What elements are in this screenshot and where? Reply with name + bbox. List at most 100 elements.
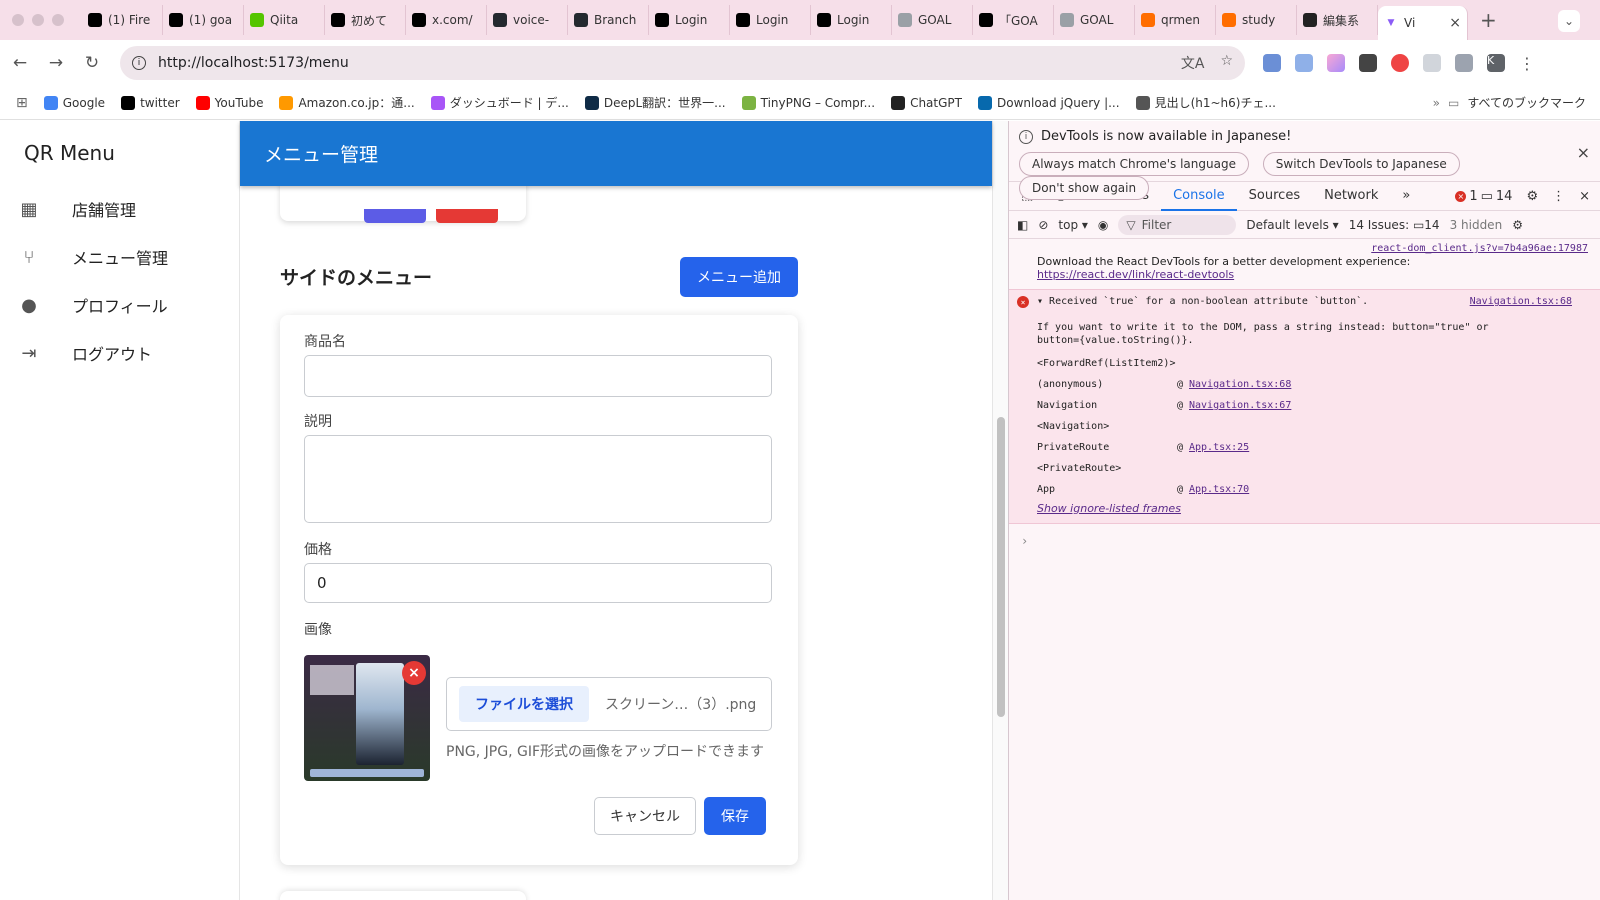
- browser-tab[interactable]: x.com/: [406, 5, 487, 35]
- sidebar-item-0[interactable]: ▦ 店舗管理: [0, 185, 239, 233]
- more-menu-icon[interactable]: ⋮: [1519, 54, 1535, 73]
- context-select[interactable]: top ▾: [1058, 218, 1088, 232]
- browser-tab[interactable]: (1) Fire: [82, 5, 163, 35]
- browser-tab[interactable]: Qiita: [244, 5, 325, 35]
- sidebar-item-1[interactable]: ⑂ メニュー管理: [0, 233, 239, 281]
- close-tab-icon[interactable]: ×: [1449, 15, 1461, 31]
- sidebar-item-3[interactable]: ⇥ ログアウト: [0, 329, 239, 377]
- browser-tab[interactable]: study: [1216, 5, 1297, 35]
- match-language-button[interactable]: Always match Chrome's language: [1019, 152, 1249, 176]
- extension-icon[interactable]: [1263, 54, 1281, 72]
- bookmark-item[interactable]: 見出し(h1~h6)チェ...: [1135, 94, 1276, 111]
- bookmark-item[interactable]: ChatGPT: [891, 95, 962, 110]
- camera-icon[interactable]: [1423, 54, 1441, 72]
- description-textarea[interactable]: [304, 435, 772, 523]
- browser-tab[interactable]: GOAL: [892, 5, 973, 35]
- browser-tab[interactable]: 初めて: [325, 5, 406, 35]
- browser-tab[interactable]: 「GOA: [973, 5, 1054, 35]
- browser-tab[interactable]: qrmen: [1135, 5, 1216, 35]
- clear-console-icon[interactable]: ⊘: [1038, 218, 1048, 232]
- browser-tab[interactable]: Branch: [568, 5, 649, 35]
- back-icon[interactable]: ←: [4, 53, 36, 73]
- sidebar-item-2[interactable]: ● プロフィール: [0, 281, 239, 329]
- site-info-icon[interactable]: i: [132, 56, 146, 70]
- bookmark-item[interactable]: TinyPNG – Compr...: [741, 95, 875, 110]
- close-banner-icon[interactable]: ×: [1577, 143, 1590, 162]
- log-source-link[interactable]: react-dom_client.js?v=7b4a96ae:17987: [1371, 243, 1588, 254]
- browser-tab[interactable]: 編集系: [1297, 5, 1378, 35]
- reload-icon[interactable]: ↻: [76, 53, 108, 73]
- scrollbar-thumb[interactable]: [997, 417, 1005, 717]
- bookmark-star-icon[interactable]: ☆: [1220, 53, 1233, 73]
- remove-image-icon[interactable]: ×: [402, 661, 426, 685]
- add-menu-button[interactable]: メニュー追加: [680, 257, 798, 297]
- browser-tab[interactable]: (1) goa: [163, 5, 244, 35]
- file-input[interactable]: ファイルを選択 スクリーン…（3）.png: [446, 677, 772, 731]
- tab-title: 初めて: [351, 13, 388, 28]
- profile-avatar[interactable]: K: [1487, 54, 1505, 72]
- bookmark-item[interactable]: ダッシュボード | デ...: [430, 94, 569, 111]
- filter-input[interactable]: ▽ Filter: [1118, 214, 1237, 235]
- minimize-window-icon[interactable]: [32, 14, 44, 26]
- bookmark-item[interactable]: Download jQuery |...: [977, 95, 1120, 110]
- extension-icon[interactable]: [1391, 54, 1409, 72]
- extension-icon[interactable]: [1327, 54, 1345, 72]
- maximize-window-icon[interactable]: [52, 14, 64, 26]
- save-button[interactable]: 保存: [704, 797, 766, 835]
- console-settings-icon[interactable]: ⚙: [1512, 218, 1523, 232]
- console-error-entry: × Navigation.tsx:68 ▾ Received `true` fo…: [1009, 289, 1600, 524]
- bookmark-item[interactable]: Amazon.co.jp：通...: [279, 94, 415, 111]
- stack-frame-link[interactable]: Navigation.tsx:68: [1189, 379, 1291, 390]
- price-input[interactable]: 0: [304, 563, 772, 603]
- dont-show-button[interactable]: Don't show again: [1019, 176, 1150, 200]
- bookmarks-bar: ⊞ Google twitter YouTube Amazon.co.jp：通... ダ…: [0, 86, 1600, 120]
- forward-icon[interactable]: →: [40, 53, 72, 73]
- browser-tab[interactable]: GOAL: [1054, 5, 1135, 35]
- stack-frame-link[interactable]: Navigation.tsx:67: [1189, 400, 1291, 411]
- devtools-link[interactable]: https://react.dev/link/react-devtools: [1037, 268, 1588, 281]
- bookmark-favicon-icon: [584, 95, 599, 110]
- url-text[interactable]: http://localhost:5173/menu: [158, 55, 349, 71]
- cancel-button[interactable]: キャンセル: [594, 797, 696, 835]
- bookmark-item[interactable]: YouTube: [195, 95, 263, 110]
- issues-label: 14 Issues:: [1348, 217, 1410, 232]
- live-expression-icon[interactable]: ◉: [1098, 218, 1108, 232]
- error-source-link[interactable]: Navigation.tsx:68: [1470, 296, 1572, 307]
- bookmark-item[interactable]: DeepL翻訳：世界一...: [584, 94, 726, 111]
- log-levels-select[interactable]: Default levels ▾: [1246, 218, 1338, 232]
- name-input[interactable]: [304, 355, 772, 397]
- address-bar[interactable]: i http://localhost:5173/menu 文A ☆: [120, 46, 1245, 80]
- stack-frame-link[interactable]: App.tsx:70: [1189, 484, 1249, 495]
- bookmark-item[interactable]: twitter: [121, 95, 180, 110]
- all-bookmarks[interactable]: » ▭ すべてのブックマーク: [1433, 94, 1586, 111]
- tab-title: study: [1242, 13, 1276, 27]
- translate-extension-icon[interactable]: [1295, 54, 1313, 72]
- browser-tab[interactable]: Login: [811, 5, 892, 35]
- sidebar-toggle-icon[interactable]: ◧: [1017, 218, 1028, 232]
- tab-title: Login: [675, 13, 708, 27]
- active-browser-tab[interactable]: ▼ Vi ×: [1378, 6, 1468, 40]
- browser-tab[interactable]: voice-: [487, 5, 568, 35]
- browser-tab[interactable]: Login: [649, 5, 730, 35]
- switch-language-button[interactable]: Switch DevTools to Japanese: [1262, 152, 1460, 176]
- bookmark-item[interactable]: Google: [43, 95, 105, 110]
- close-window-icon[interactable]: [12, 14, 24, 26]
- console-prompt[interactable]: ›: [1009, 524, 1600, 558]
- apps-grid-icon[interactable]: ⊞: [16, 95, 28, 111]
- stack-frame-link[interactable]: App.tsx:25: [1189, 442, 1249, 453]
- extension-icon[interactable]: [1359, 54, 1377, 72]
- browser-tab[interactable]: Login: [730, 5, 811, 35]
- puzzle-icon[interactable]: [1455, 54, 1473, 72]
- tab-title: Vi: [1404, 16, 1416, 30]
- translate-icon[interactable]: 文A: [1181, 53, 1205, 73]
- show-ignore-listed-link[interactable]: Show ignore-listed frames: [1037, 502, 1588, 515]
- chevron-right-icon[interactable]: »: [1433, 96, 1440, 110]
- tab-search-icon[interactable]: ⌄: [1558, 10, 1580, 32]
- page-scrollbar[interactable]: [992, 121, 1008, 900]
- all-bookmarks-label[interactable]: すべてのブックマーク: [1467, 94, 1586, 111]
- delete-button[interactable]: [436, 209, 498, 223]
- choose-file-button[interactable]: ファイルを選択: [459, 686, 589, 722]
- new-tab-icon[interactable]: +: [1480, 8, 1497, 32]
- edit-button[interactable]: [364, 209, 426, 223]
- issues-button[interactable]: 14 Issues: ▭14: [1349, 218, 1440, 232]
